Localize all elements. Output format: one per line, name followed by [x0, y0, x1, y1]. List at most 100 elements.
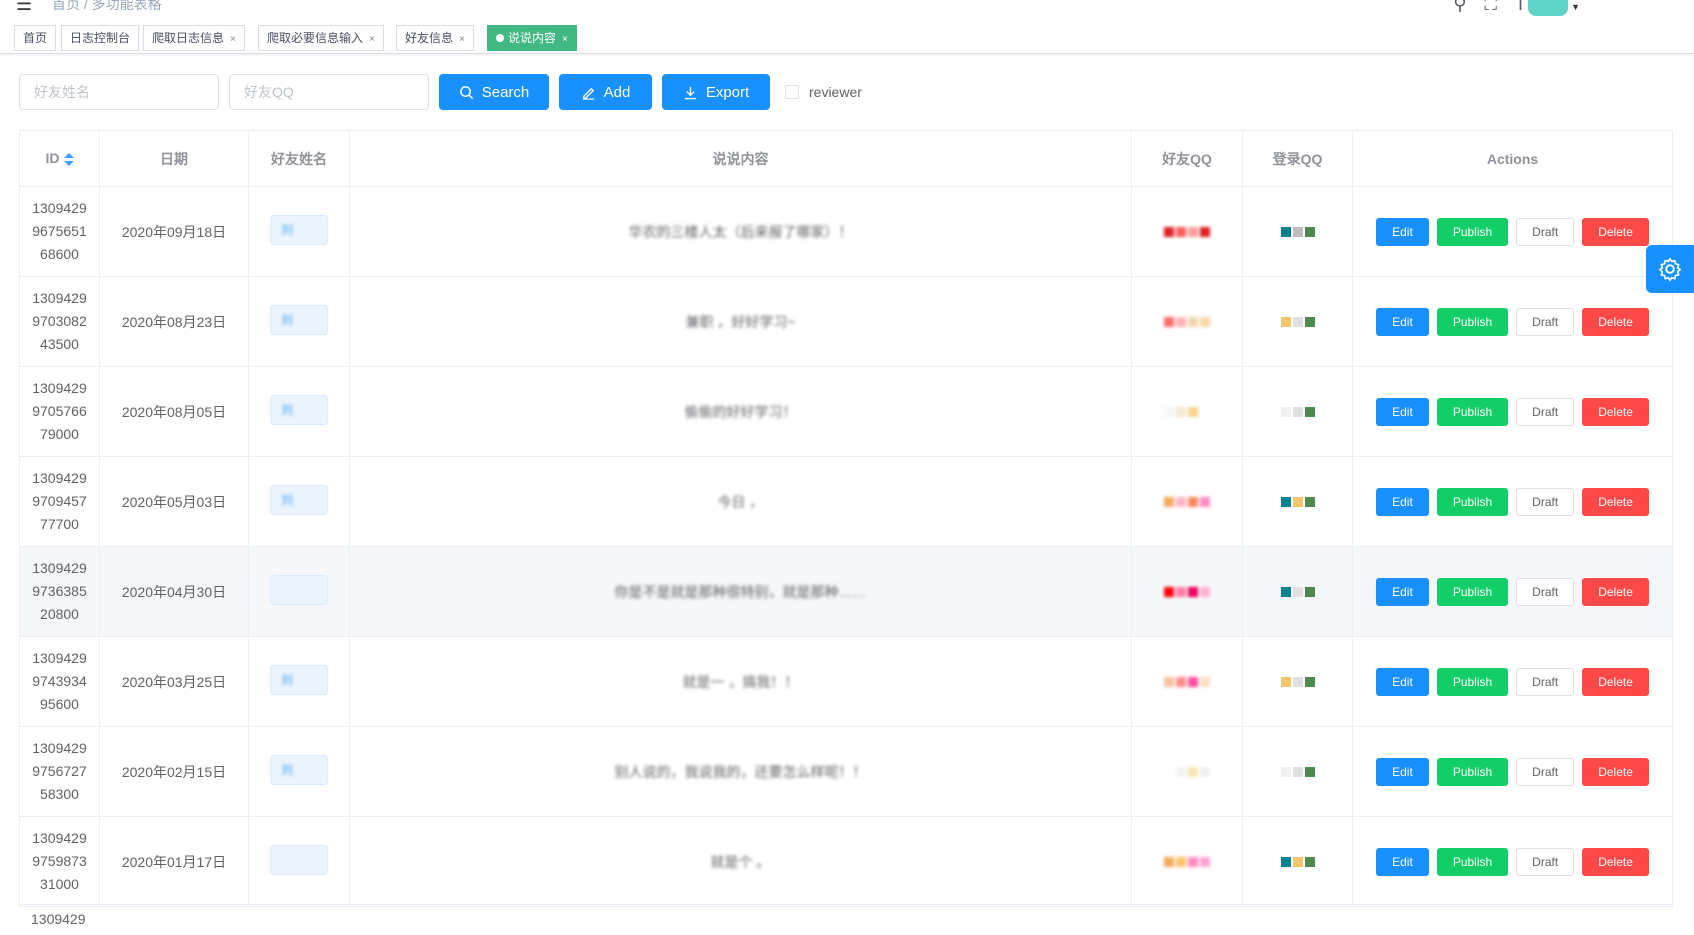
fullscreen-icon[interactable]: ⛶	[1484, 0, 1497, 15]
draft-button[interactable]: Draft	[1516, 847, 1575, 876]
export-button-label: Export	[705, 83, 750, 101]
masked-pixel	[1304, 496, 1315, 507]
cell-friend-qq	[1131, 276, 1243, 367]
masked-pixel	[1304, 856, 1315, 867]
delete-button[interactable]: Delete	[1582, 667, 1649, 696]
edit-button[interactable]: Edit	[1376, 577, 1429, 606]
publish-button[interactable]: Publish	[1436, 577, 1509, 606]
masked-pixel	[1200, 586, 1210, 597]
cell-friend-qq	[1131, 186, 1243, 277]
cell-content: 就是一 ，搞我！！	[349, 636, 1132, 727]
delete-button[interactable]: Delete	[1582, 847, 1649, 876]
id-part: 1309429	[32, 470, 87, 486]
publish-button[interactable]: Publish	[1436, 397, 1509, 426]
column-header-id[interactable]: ID	[19, 130, 100, 187]
reviewer-checkbox[interactable]	[785, 85, 799, 99]
friend-qq-masked	[1164, 856, 1210, 867]
edit-button[interactable]: Edit	[1376, 847, 1429, 876]
masked-pixel	[1164, 406, 1174, 417]
cell-content: 兼职 ，好好学习~	[349, 276, 1132, 367]
caret-down-icon[interactable]: ▼	[1571, 2, 1580, 12]
edit-button[interactable]: Edit	[1376, 217, 1429, 246]
edit-button[interactable]: Edit	[1376, 667, 1429, 696]
shuoshuo-text: 今日 ，	[717, 493, 764, 510]
draft-button[interactable]: Draft	[1516, 307, 1575, 336]
tag-label: 好友信息	[405, 31, 454, 45]
edit-button[interactable]: Edit	[1376, 307, 1429, 336]
id-part: 1309429	[32, 650, 87, 666]
id-part: 1309429	[32, 740, 87, 756]
table-row: 1309429 9759873 31000 2020年01月17日 就是个 。 Edit P…	[19, 816, 1673, 907]
delete-button[interactable]: Delete	[1582, 487, 1649, 516]
size-icon[interactable]: T	[1515, 0, 1526, 15]
avatar[interactable]	[1528, 0, 1568, 16]
settings-button[interactable]	[1646, 245, 1694, 293]
publish-button[interactable]: Publish	[1436, 757, 1509, 786]
masked-pixel	[1188, 406, 1198, 417]
draft-button[interactable]: Draft	[1516, 757, 1575, 786]
tag-label: 爬取必要信息输入	[267, 31, 364, 45]
masked-pixel	[1200, 496, 1210, 507]
friend-name-tag: 刘	[270, 215, 328, 245]
draft-button[interactable]: Draft	[1516, 487, 1575, 516]
friend-qq-input[interactable]	[229, 74, 429, 110]
id-part: 1309429	[32, 200, 87, 216]
masked-pixel	[1280, 316, 1291, 327]
tag-crawl-log[interactable]: 爬取日志信息 ×	[143, 25, 245, 51]
friend-name-text: 刘	[281, 673, 294, 687]
delete-button[interactable]: Delete	[1582, 577, 1649, 606]
column-header-friend-qq: 好友QQ	[1131, 130, 1243, 187]
tag-crawl-input[interactable]: 爬取必要信息输入 ×	[258, 25, 384, 51]
search-icon[interactable]: ⚲	[1453, 0, 1466, 15]
hamburger-icon[interactable]: ☰	[16, 0, 32, 15]
sort-caret-icon[interactable]	[63, 152, 74, 167]
friend-name-tag: 刘	[270, 755, 328, 785]
active-dot-icon	[496, 34, 504, 42]
draft-button[interactable]: Draft	[1516, 577, 1575, 606]
draft-button[interactable]: Draft	[1516, 667, 1575, 696]
tag-label: 日志控制台	[70, 31, 131, 45]
close-icon[interactable]: ×	[562, 34, 568, 45]
search-button[interactable]: Search	[439, 74, 549, 110]
tag-label: 首页	[23, 31, 48, 45]
tag-shuoshuo[interactable]: 说说内容 ×	[487, 25, 577, 51]
edit-button[interactable]: Edit	[1376, 397, 1429, 426]
tag-log-console[interactable]: 日志控制台	[61, 25, 140, 51]
delete-button[interactable]: Delete	[1582, 397, 1649, 426]
navbar: ☰ 首页 / 多功能表格 ⚲ ⛶ T ▼	[0, 0, 1694, 20]
close-icon[interactable]: ×	[369, 34, 375, 45]
friend-name-input[interactable]	[19, 74, 219, 110]
masked-pixel	[1292, 226, 1303, 237]
masked-pixel	[1176, 586, 1186, 597]
edit-button[interactable]: Edit	[1376, 487, 1429, 516]
delete-button[interactable]: Delete	[1582, 757, 1649, 786]
delete-button[interactable]: Delete	[1582, 307, 1649, 336]
masked-pixel	[1304, 766, 1315, 777]
delete-button[interactable]: Delete	[1582, 217, 1649, 246]
close-icon[interactable]: ×	[459, 34, 465, 45]
publish-button[interactable]: Publish	[1436, 667, 1509, 696]
publish-button[interactable]: Publish	[1436, 217, 1509, 246]
publish-button[interactable]: Publish	[1436, 307, 1509, 336]
cell-content: 今日 ，	[349, 456, 1132, 547]
cell-date: 2020年02月15日	[99, 726, 249, 817]
cell-id: 1309429 9709457 77700	[19, 456, 100, 547]
id-part: 1309429	[32, 290, 87, 306]
draft-button[interactable]: Draft	[1516, 217, 1575, 246]
tag-home[interactable]: 首页	[14, 25, 57, 51]
tag-friend-info[interactable]: 好友信息 ×	[396, 25, 474, 51]
breadcrumb-home[interactable]: 首页	[52, 0, 80, 12]
friend-name-text: 刘	[281, 313, 294, 327]
export-button[interactable]: Export	[662, 74, 770, 110]
reviewer-label[interactable]: reviewer	[809, 84, 862, 100]
publish-button[interactable]: Publish	[1436, 487, 1509, 516]
publish-button[interactable]: Publish	[1436, 847, 1509, 876]
edit-button[interactable]: Edit	[1376, 757, 1429, 786]
filter-container: Search Add Export reviewer	[0, 74, 1694, 112]
column-header-actions: Actions	[1352, 130, 1673, 187]
id-part: 9736385	[32, 583, 87, 599]
friend-name-tag: 刘	[270, 305, 328, 335]
close-icon[interactable]: ×	[230, 34, 236, 45]
add-button[interactable]: Add	[559, 74, 652, 110]
draft-button[interactable]: Draft	[1516, 397, 1575, 426]
